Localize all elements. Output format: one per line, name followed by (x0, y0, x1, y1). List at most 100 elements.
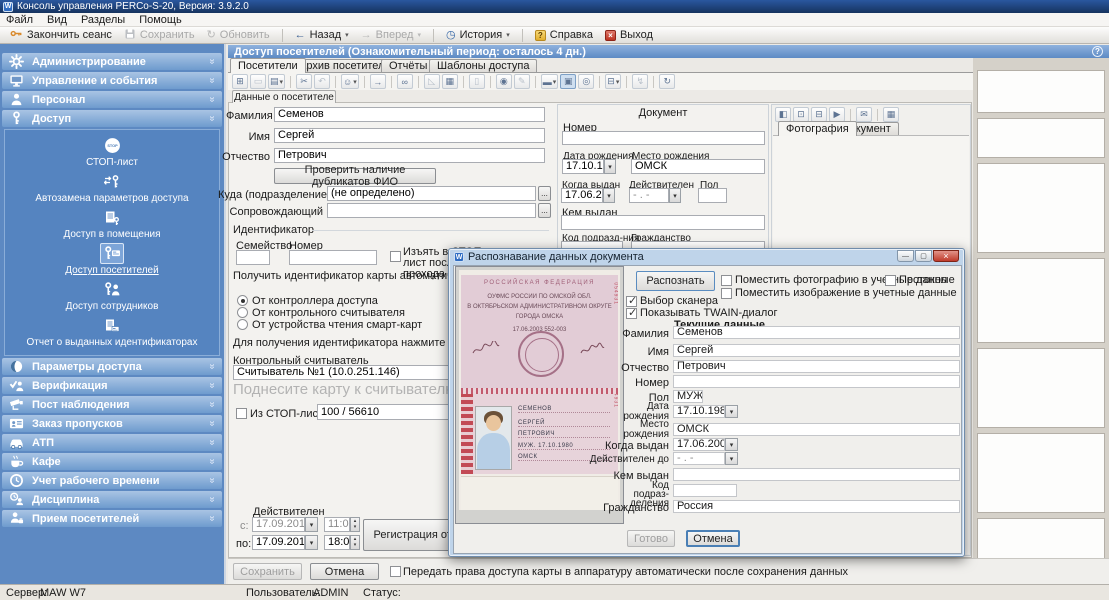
from-stoplist-checkbox[interactable] (236, 408, 247, 419)
history-button[interactable]: ◷ История ▾ (440, 28, 516, 43)
valid-from-calendar-button[interactable]: ▾ (305, 517, 318, 532)
section-help-icon[interactable]: ? (1092, 46, 1103, 57)
dlg-valid-until-dropdown[interactable]: ▾ (725, 452, 738, 465)
valid-to-time-spinner[interactable]: ▴▾ (350, 535, 360, 550)
dlg-gender-input[interactable]: МУЖ. (673, 390, 703, 403)
save-button[interactable]: Сохранить (118, 28, 201, 43)
protocol-checkbox[interactable] (885, 275, 896, 286)
camera-icon[interactable]: ◧ (775, 107, 791, 122)
department-input[interactable]: (не определено) (327, 186, 536, 201)
history-dropdown-icon[interactable]: ▾ (506, 31, 510, 39)
find-button[interactable]: ◉ (496, 74, 512, 89)
reader-select-button[interactable]: ▬▾ (541, 74, 559, 89)
close-button[interactable]: × (933, 250, 959, 262)
view-button[interactable]: ◎ (578, 74, 594, 89)
delete-visitor-button[interactable]: ▭ (250, 74, 266, 89)
dlg-issue-date-dropdown[interactable]: ▾ (725, 438, 738, 451)
paste-image-icon[interactable]: ⊡ (793, 107, 809, 122)
valid-to-time[interactable]: 18:00 (324, 535, 350, 550)
help-button[interactable]: ? Справка (529, 28, 599, 43)
dlg-birth-date-dropdown[interactable]: ▾ (725, 405, 738, 418)
doc-valid-until-dropdown[interactable]: ▾ (669, 188, 681, 203)
quick-action-button[interactable]: ↯ (632, 74, 648, 89)
tab-visitor-data[interactable]: Данные о посетителе (232, 90, 336, 103)
valid-to-date[interactable]: 17.09.2015 (252, 535, 305, 550)
sidebar-item-management-events[interactable]: Управление и события » (2, 72, 222, 89)
done-button[interactable]: Готово (627, 530, 675, 547)
sidebar-item-stop-list[interactable]: STOP СТОП-лист (5, 135, 219, 168)
dlg-dept-code-input[interactable] (673, 484, 737, 497)
sidebar-item-room-access[interactable]: Доступ в помещения (5, 207, 219, 240)
tab-access-templates[interactable]: Шаблоны доступа (429, 59, 537, 72)
sidebar-item-visitor-reception[interactable]: Прием посетителей » (2, 510, 222, 527)
stoplist-after-pass-checkbox[interactable] (390, 251, 401, 262)
dropdown-icon[interactable]: ▾ (353, 78, 357, 86)
sidebar-item-pass-orders[interactable]: Заказ пропусков » (2, 415, 222, 432)
sidebar-item-personnel[interactable]: Персонал » (2, 91, 222, 108)
sidebar-item-verification[interactable]: Верификация » (2, 377, 222, 394)
dlg-birth-place-input[interactable]: ОМСК (673, 423, 960, 436)
dlg-birth-date-input[interactable]: 17.10.1980 (673, 405, 725, 418)
department-browse-button[interactable]: ... (538, 186, 551, 201)
dlg-patronymic-input[interactable]: Петрович (673, 360, 960, 373)
add-visitor-button[interactable]: ⊞ (232, 74, 248, 89)
valid-from-time-spinner[interactable]: ▴▾ (350, 517, 360, 532)
check-duplicates-button[interactable]: Проверить наличие дубликатов ФИО (274, 168, 436, 184)
end-session-button[interactable]: Закончить сеанс (4, 28, 118, 43)
image-file-icon[interactable]: ▦ (883, 107, 899, 122)
recognize-button[interactable]: Распознать (636, 271, 715, 291)
dialog-cancel-button[interactable]: Отмена (686, 530, 740, 547)
valid-from-time[interactable]: 11:03 (324, 517, 350, 532)
add-person-button[interactable]: ☺▾ (341, 74, 359, 89)
sidebar-item-access-autoreplace[interactable]: Автозамена параметров доступа (5, 171, 219, 204)
sidebar-item-discipline[interactable]: Дисциплина » (2, 491, 222, 508)
sidebar-item-atp[interactable]: АТП » (2, 434, 222, 451)
refresh-list-button[interactable]: ↻ (659, 74, 675, 89)
undo-button[interactable]: ↶ (314, 74, 330, 89)
sidebar-item-time-tracking[interactable]: Учет рабочего времени » (2, 472, 222, 489)
doc-birth-date-dropdown[interactable]: ▾ (604, 159, 616, 174)
back-button[interactable]: ← Назад ▾ (289, 28, 355, 43)
menu-help[interactable]: Помощь (139, 14, 182, 26)
valid-to-calendar-button[interactable]: ▾ (305, 535, 318, 550)
save-visitor-button[interactable]: Сохранить (233, 563, 302, 580)
identifier-button[interactable]: ∞ (397, 74, 413, 89)
chart-button[interactable]: ◺ (424, 74, 440, 89)
menu-view[interactable]: Вид (47, 14, 67, 26)
from-controller-radio[interactable] (237, 295, 248, 306)
doc-gender-input[interactable] (698, 188, 727, 203)
back-dropdown-icon[interactable]: ▾ (345, 31, 349, 39)
dropdown-icon[interactable]: ▾ (616, 78, 620, 86)
sidebar-item-identifier-report[interactable]: Отчет о выданных идентификаторах (5, 315, 219, 348)
patronymic-input[interactable]: Петрович (274, 148, 545, 163)
edit-button[interactable]: ✎ (514, 74, 530, 89)
sidebar-item-administration[interactable]: Администрирование » (2, 53, 222, 70)
print-button[interactable]: ⊟▾ (605, 74, 621, 89)
sidebar-item-visitor-access[interactable]: Доступ посетителей (5, 243, 219, 276)
dlg-lastname-input[interactable]: Семенов (673, 326, 960, 339)
lastname-input[interactable]: Семенов (274, 107, 545, 122)
twain-dialog-checkbox[interactable]: ✓ (626, 308, 637, 319)
send-image-icon[interactable]: ✉ (856, 107, 872, 122)
menu-file[interactable]: Файл (6, 14, 33, 26)
transfer-rights-checkbox[interactable] (390, 566, 401, 577)
valid-from-date[interactable]: 17.09.2015 (252, 517, 305, 532)
issue-card-button[interactable]: ▤▾ (268, 74, 285, 89)
tab-visitors[interactable]: Посетители (230, 58, 306, 73)
scan-document-button[interactable]: ▣ (560, 74, 576, 89)
dlg-citizenship-input[interactable]: Россия (673, 500, 960, 513)
escort-input[interactable] (327, 203, 536, 218)
place-image-checkbox[interactable] (721, 288, 732, 299)
doc-issue-date-dropdown[interactable]: ▾ (603, 188, 615, 203)
dropdown-icon[interactable]: ▾ (553, 78, 557, 86)
dialog-title-bar[interactable]: W Распознавание данных документа (449, 249, 964, 265)
cancel-visitor-button[interactable]: Отмена (310, 563, 379, 580)
doc-issue-date-input[interactable]: 17.06.2003 (561, 188, 603, 203)
dlg-firstname-input[interactable]: Сергей (673, 344, 960, 357)
layout-button[interactable]: ▦ (442, 74, 458, 89)
doc-issued-by-input[interactable] (561, 215, 765, 230)
forward-record-button[interactable]: → (370, 74, 386, 89)
forward-dropdown-icon[interactable]: ▾ (417, 31, 421, 39)
sidebar-item-employee-access[interactable]: Доступ сотрудников (5, 279, 219, 312)
doc-valid-until-input[interactable]: - . - (629, 188, 669, 203)
